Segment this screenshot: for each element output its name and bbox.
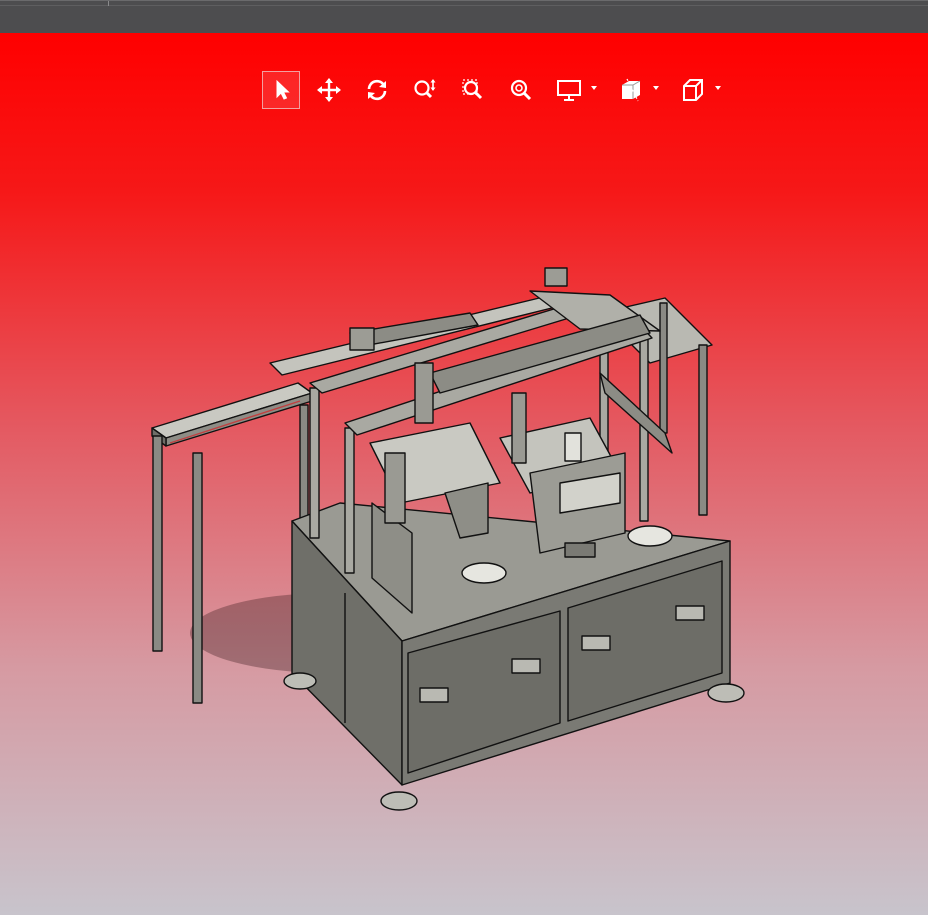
top-toolbar-strip [0, 0, 928, 33]
door-handle [675, 605, 705, 621]
table-hole [627, 525, 673, 547]
door-handle [581, 635, 611, 651]
machine-cabinet[interactable] [291, 502, 731, 786]
toolbar-separator [108, 1, 109, 6]
door-handle [419, 687, 449, 703]
toolbar-divider-line [0, 5, 928, 6]
table-hole [461, 562, 507, 584]
door-handle [511, 658, 541, 674]
machine-3d-model[interactable] [0, 33, 928, 915]
graphics-viewport[interactable] [0, 33, 928, 915]
cad-application [0, 0, 928, 915]
